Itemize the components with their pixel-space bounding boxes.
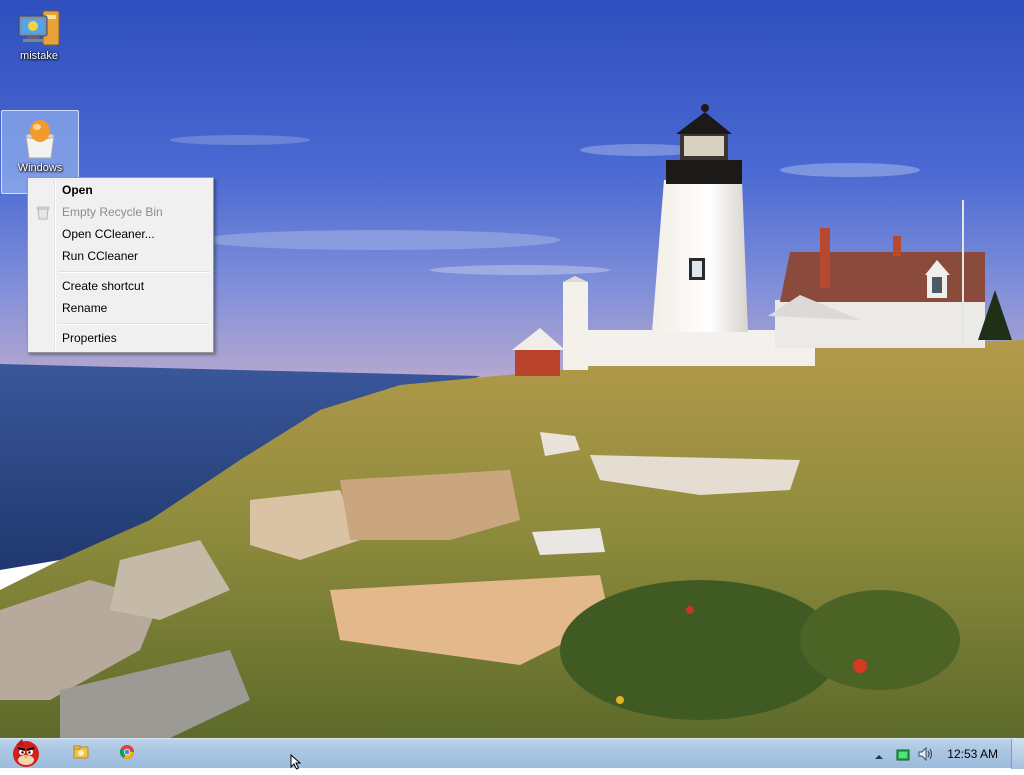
menu-item-open-ccleaner[interactable]: Open CCleaner...	[30, 223, 211, 245]
menu-item-label: Rename	[62, 301, 108, 315]
volume-icon[interactable]	[918, 746, 934, 766]
recycle-bin-icon	[35, 204, 51, 220]
battery-icon[interactable]	[896, 748, 910, 766]
desktop-icon-label: Windows	[17, 162, 63, 174]
desktop-icon-mistake[interactable]: mistake	[1, 6, 77, 74]
menu-item-open[interactable]: Open	[30, 179, 211, 201]
menu-item-label: Create shortcut	[62, 279, 145, 293]
menu-item-empty-recycle-bin[interactable]: Empty Recycle Bin	[30, 201, 211, 223]
menu-item-label: Properties	[62, 331, 117, 345]
start-button[interactable]	[2, 737, 50, 772]
taskbar-chrome-button[interactable]	[114, 739, 140, 769]
desktop-context-menu: Open Empty Recycle Bin Open CCleaner... …	[27, 177, 214, 353]
menu-separator	[58, 323, 210, 325]
menu-item-run-ccleaner[interactable]: Run CCleaner	[30, 245, 211, 267]
menu-item-properties[interactable]: Properties	[30, 327, 211, 349]
explorer-folder-icon	[73, 744, 89, 765]
menu-separator	[58, 271, 210, 273]
menu-item-create-shortcut[interactable]: Create shortcut	[30, 275, 211, 297]
menu-item-label: Open	[62, 183, 93, 197]
chrome-icon	[119, 744, 135, 765]
system-tray: 12:53 AM	[864, 739, 1024, 769]
taskbar: 12:53 AM	[0, 737, 1024, 772]
menu-item-label: Empty Recycle Bin	[62, 205, 163, 219]
menu-item-label: Open CCleaner...	[62, 227, 155, 241]
taskbar-clock[interactable]: 12:53 AM	[947, 739, 998, 769]
ccleaner-recycle-bin-icon	[20, 118, 60, 160]
show-desktop-button[interactable]	[1011, 739, 1024, 769]
menu-item-label: Run CCleaner	[62, 249, 139, 263]
mouse-cursor-icon	[290, 753, 302, 775]
computer-folder-icon	[15, 8, 63, 48]
desktop-icon-label: mistake	[20, 50, 58, 62]
taskbar-explorer-button[interactable]	[68, 739, 94, 769]
show-hidden-icons-arrow[interactable]	[874, 749, 884, 767]
desktop-wallpaper	[0, 0, 1024, 738]
menu-item-rename[interactable]: Rename	[30, 297, 211, 319]
angry-birds-start-icon	[4, 737, 48, 772]
